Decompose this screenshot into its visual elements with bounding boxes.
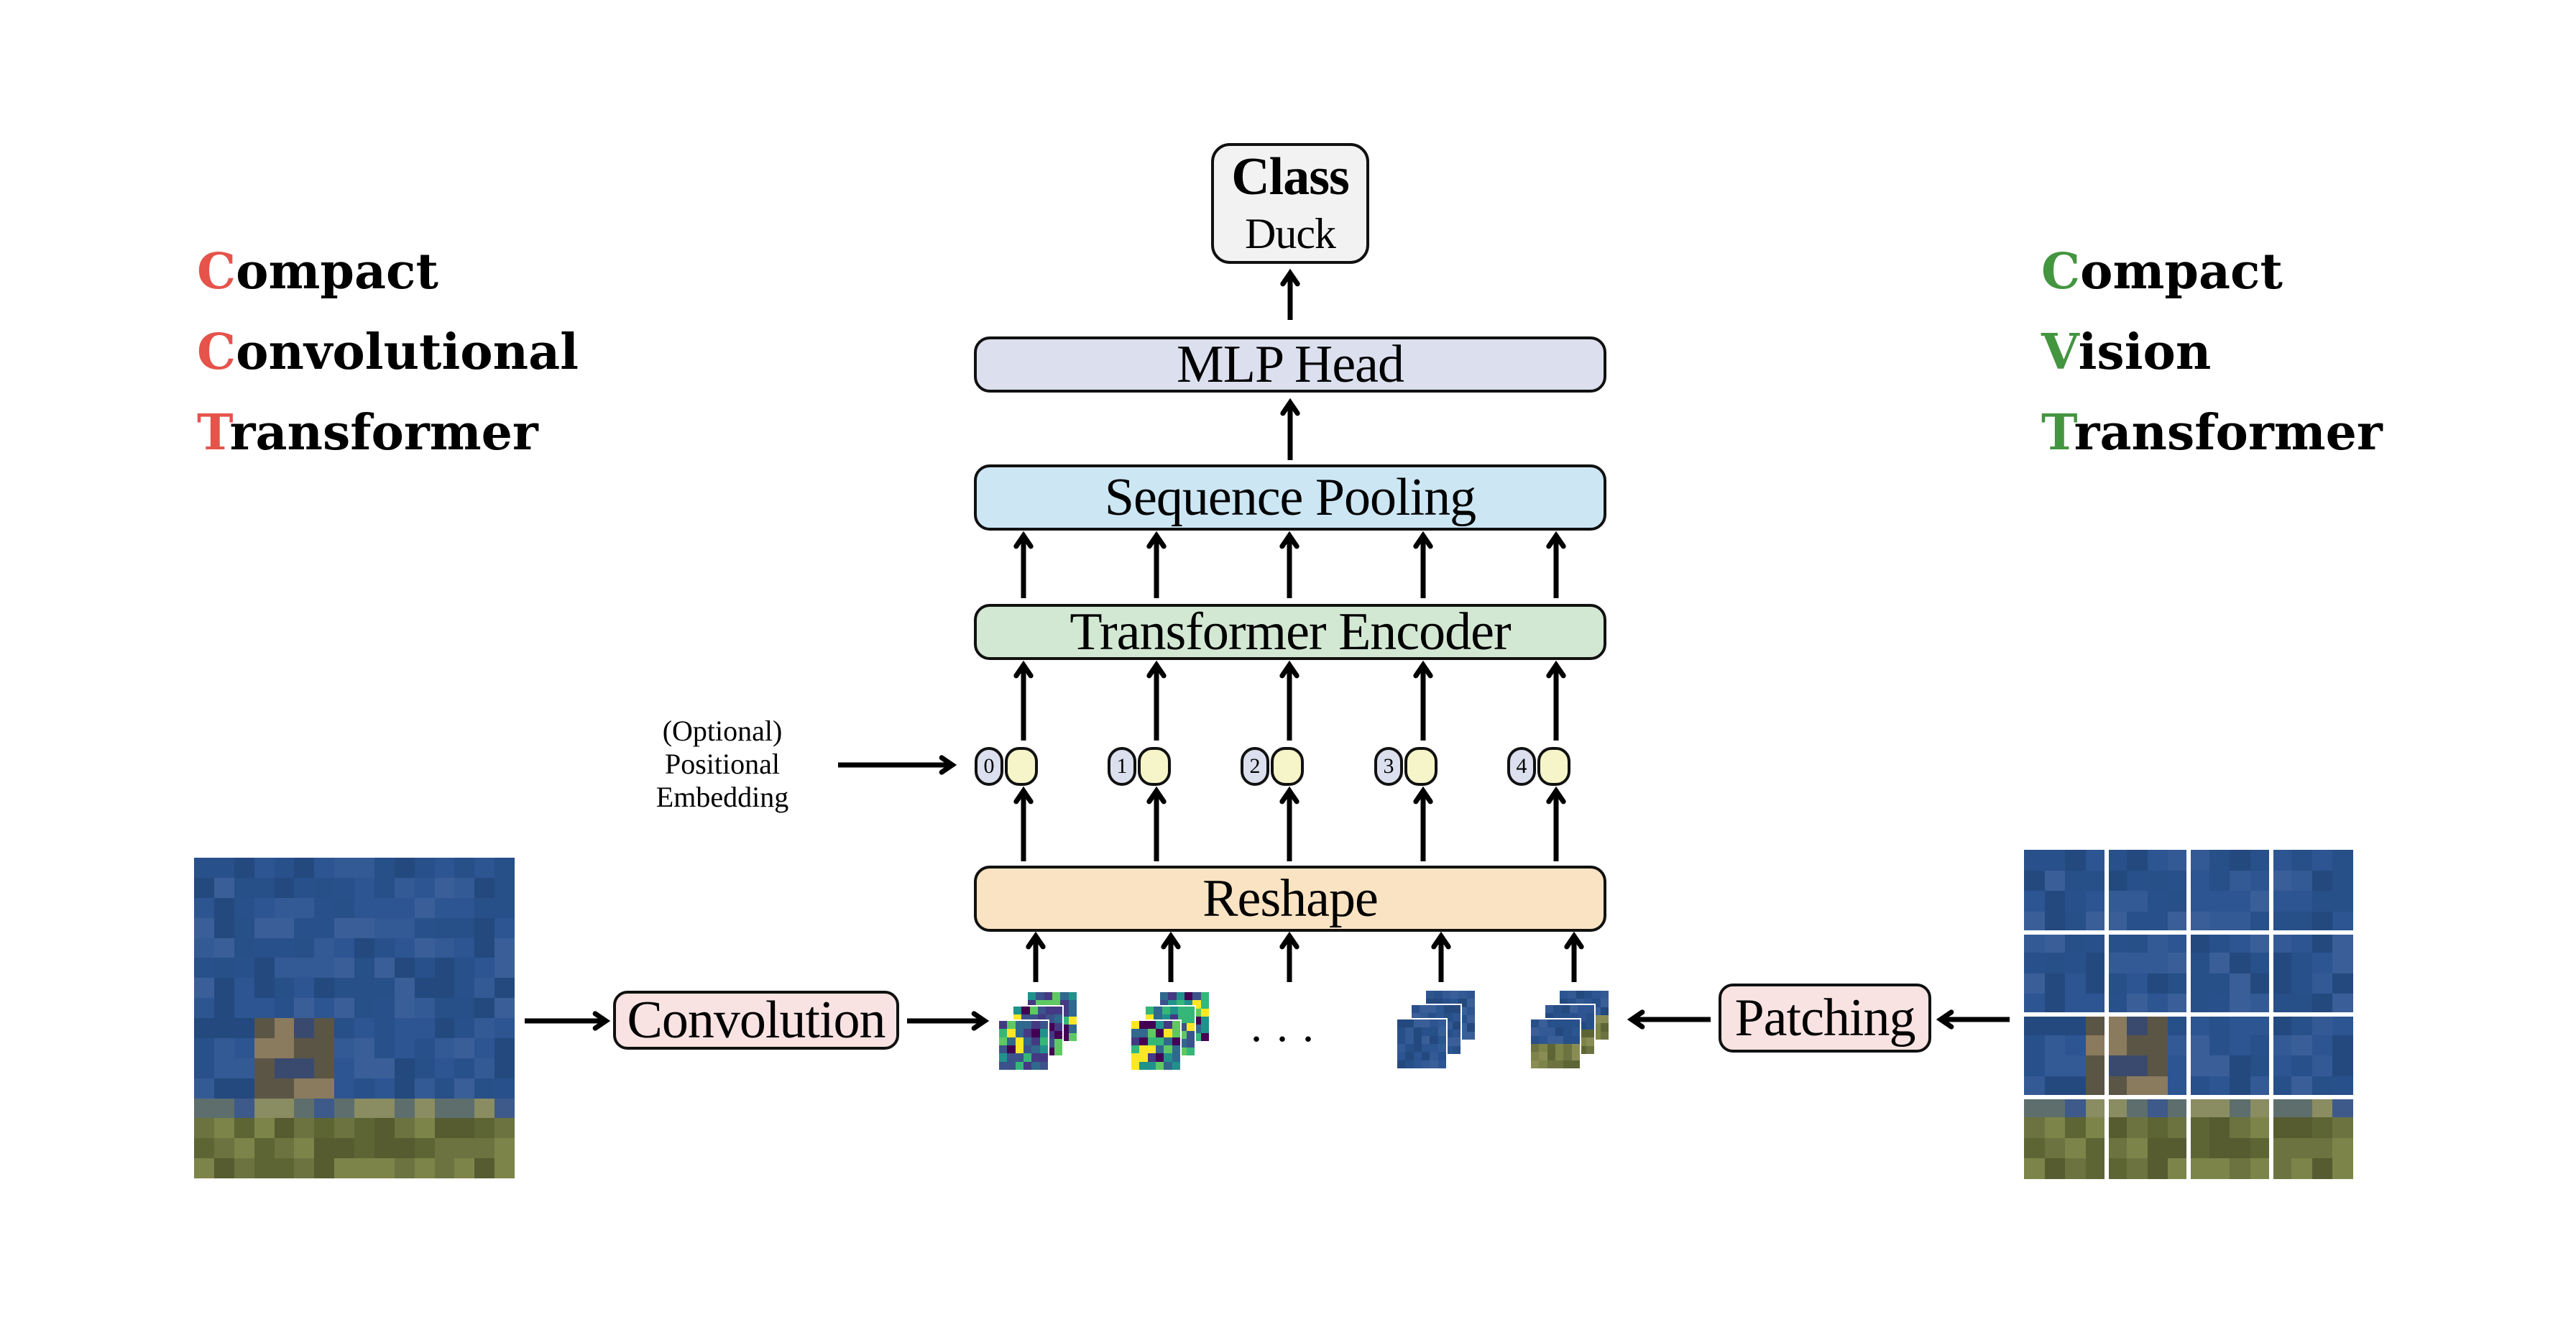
arrow bbox=[1413, 660, 1433, 741]
arrow bbox=[1546, 660, 1566, 741]
arrow bbox=[1279, 931, 1300, 982]
arrow bbox=[1431, 931, 1451, 982]
arrow bbox=[1546, 531, 1566, 598]
arrow bbox=[1936, 1009, 2010, 1030]
arrow bbox=[1146, 531, 1167, 598]
arrow bbox=[1413, 531, 1433, 598]
arrow bbox=[1146, 786, 1167, 861]
arrow bbox=[1280, 268, 1300, 320]
arrow bbox=[525, 1011, 611, 1031]
arrow bbox=[1279, 531, 1300, 598]
arrow bbox=[1279, 786, 1300, 861]
arrow bbox=[1013, 786, 1034, 861]
arrows-layer bbox=[525, 268, 2010, 1031]
arrow bbox=[1413, 786, 1433, 861]
arrow bbox=[1279, 660, 1300, 741]
arrow bbox=[1627, 1009, 1711, 1030]
arrow bbox=[907, 1011, 990, 1031]
arrow bbox=[1280, 398, 1300, 460]
arrow bbox=[1013, 660, 1034, 741]
arrow bbox=[1564, 931, 1584, 982]
arrow bbox=[1146, 660, 1167, 741]
arrow bbox=[1161, 931, 1181, 982]
arrow bbox=[1013, 531, 1034, 598]
arrow bbox=[1546, 786, 1566, 861]
arrow bbox=[1026, 931, 1046, 982]
arrow bbox=[838, 755, 957, 775]
